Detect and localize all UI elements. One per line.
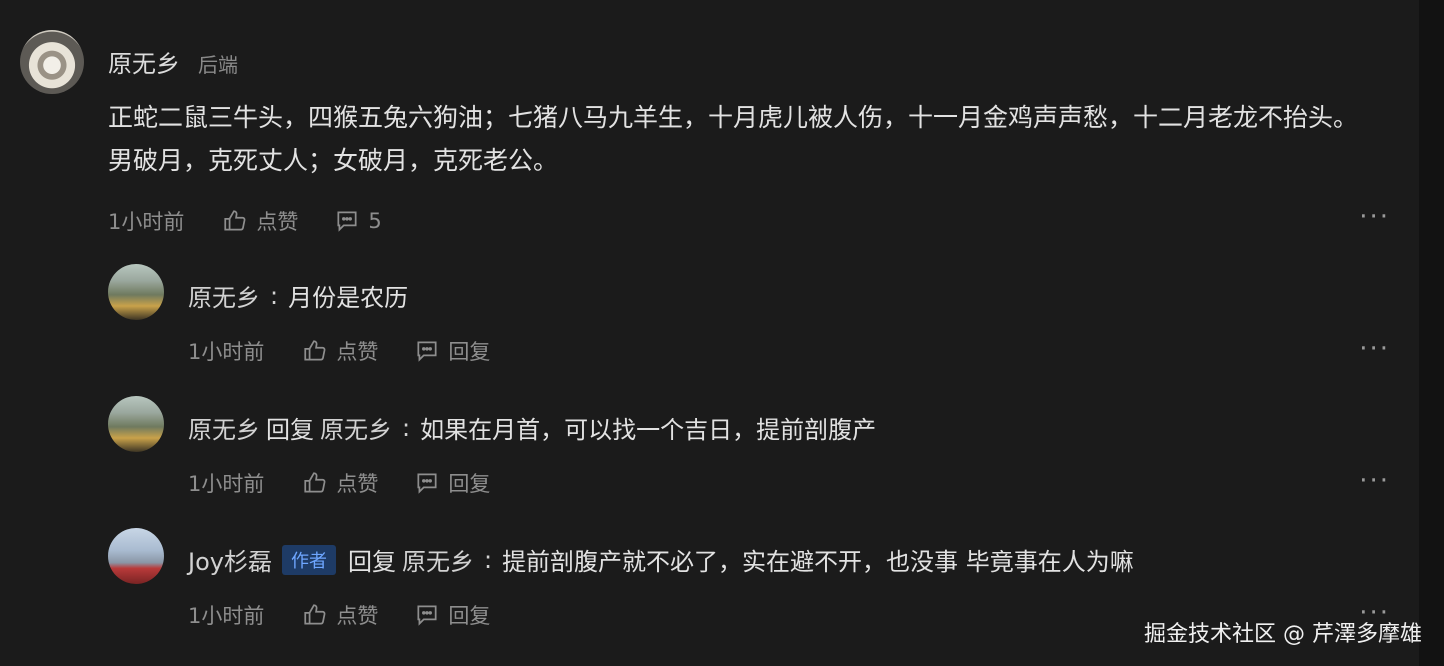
avatar[interactable] <box>20 30 84 94</box>
more-options-icon[interactable]: ··· <box>1359 466 1390 496</box>
author-badge: 作者 <box>281 544 336 575</box>
like-label: 点赞 <box>336 472 379 496</box>
comment-icon <box>417 473 437 494</box>
reply-target-name[interactable]: 原无乡 <box>320 410 392 445</box>
thumbs-up-icon <box>224 210 246 231</box>
author-name[interactable]: Joy杉磊 <box>188 542 272 577</box>
reply-target-name[interactable]: 原无乡 <box>402 542 474 577</box>
comment-text: 正蛇二鼠三牛头，四猴五兔六狗油；七猪八马九羊生，十月虎儿被人伤，十一月金鸡声声愁… <box>108 103 1359 175</box>
reply-button[interactable]: 回复 <box>414 468 490 498</box>
comment-icon <box>417 605 437 626</box>
reply-text: 提前剖腹产就不必了，实在避不开，也没事 毕竟事在人为嘛 <box>502 548 1134 576</box>
timestamp: 1小时前 <box>188 340 265 364</box>
reply-button[interactable]: 回复 <box>414 600 490 630</box>
like-label: 点赞 <box>336 604 379 628</box>
more-options-icon[interactable]: ··· <box>1359 334 1390 364</box>
author-name[interactable]: 原无乡 <box>108 44 180 79</box>
thumbs-up-icon <box>304 472 326 493</box>
author-role: 后端 <box>198 53 238 77</box>
reply-colon: : <box>483 545 493 574</box>
avatar[interactable] <box>108 396 164 452</box>
comment-actions: 1小时前 点赞 5 <box>108 206 418 236</box>
watermark: 掘金技术社区 @ 芹澤多摩雄 <box>1144 622 1422 647</box>
reply-label: 回复 <box>448 340 491 364</box>
reply-line: 原无乡 回复 原无乡 : 如果在月首，可以找一个吉日，提前剖腹产 <box>188 410 876 445</box>
right-edge-strip <box>1419 0 1444 666</box>
comment-count: 5 <box>368 209 382 233</box>
like-label: 点赞 <box>336 340 379 364</box>
author-name[interactable]: 原无乡 <box>188 278 260 313</box>
comment-icon <box>417 341 437 362</box>
reply-item: 原无乡 回复 原无乡 : 如果在月首，可以找一个吉日，提前剖腹产 1小时前 点赞… <box>108 396 1390 496</box>
timestamp: 1小时前 <box>188 604 265 628</box>
comment-header: 原无乡 后端 <box>108 44 238 79</box>
timestamp: 1小时前 <box>108 210 185 234</box>
thumbs-up-icon <box>304 604 326 625</box>
timestamp: 1小时前 <box>188 472 265 496</box>
reply-text: 如果在月首，可以找一个吉日，提前剖腹产 <box>420 416 877 444</box>
reply-actions: 1小时前 点赞 回复 <box>188 336 526 366</box>
like-label: 点赞 <box>256 210 299 234</box>
reply-text: 月份是农历 <box>288 284 409 312</box>
avatar[interactable] <box>108 528 164 584</box>
reply-word: 回复 <box>266 416 314 444</box>
like-button[interactable]: 点赞 <box>302 468 378 498</box>
thumbs-up-icon <box>304 340 326 361</box>
reply-button[interactable]: 回复 <box>414 336 490 366</box>
reply-label: 回复 <box>448 604 491 628</box>
author-name[interactable]: 原无乡 <box>188 410 260 445</box>
reply-line: Joy杉磊 作者 回复 原无乡 : 提前剖腹产就不必了，实在避不开，也没事 毕竟… <box>188 542 1134 577</box>
reply-actions: 1小时前 点赞 回复 <box>188 600 526 630</box>
reply-item: Joy杉磊 作者 回复 原无乡 : 提前剖腹产就不必了，实在避不开，也没事 毕竟… <box>108 528 1390 628</box>
reply-colon: : <box>402 413 411 442</box>
reply-actions: 1小时前 点赞 回复 <box>188 468 526 498</box>
more-options-icon[interactable]: ··· <box>1359 202 1390 232</box>
reply-word: 回复 <box>347 548 396 576</box>
reply-line: 原无乡 : 月份是农历 <box>188 278 408 313</box>
comment-button[interactable]: 5 <box>334 208 382 234</box>
like-button[interactable]: 点赞 <box>302 336 378 366</box>
comment-icon <box>337 211 357 232</box>
reply-label: 回复 <box>448 472 491 496</box>
reply-colon: : <box>270 281 279 310</box>
like-button[interactable]: 点赞 <box>302 600 378 630</box>
avatar[interactable] <box>108 264 164 320</box>
like-button[interactable]: 点赞 <box>222 206 298 236</box>
reply-item: 原无乡 : 月份是农历 1小时前 点赞 回复 ··· <box>108 264 1390 364</box>
